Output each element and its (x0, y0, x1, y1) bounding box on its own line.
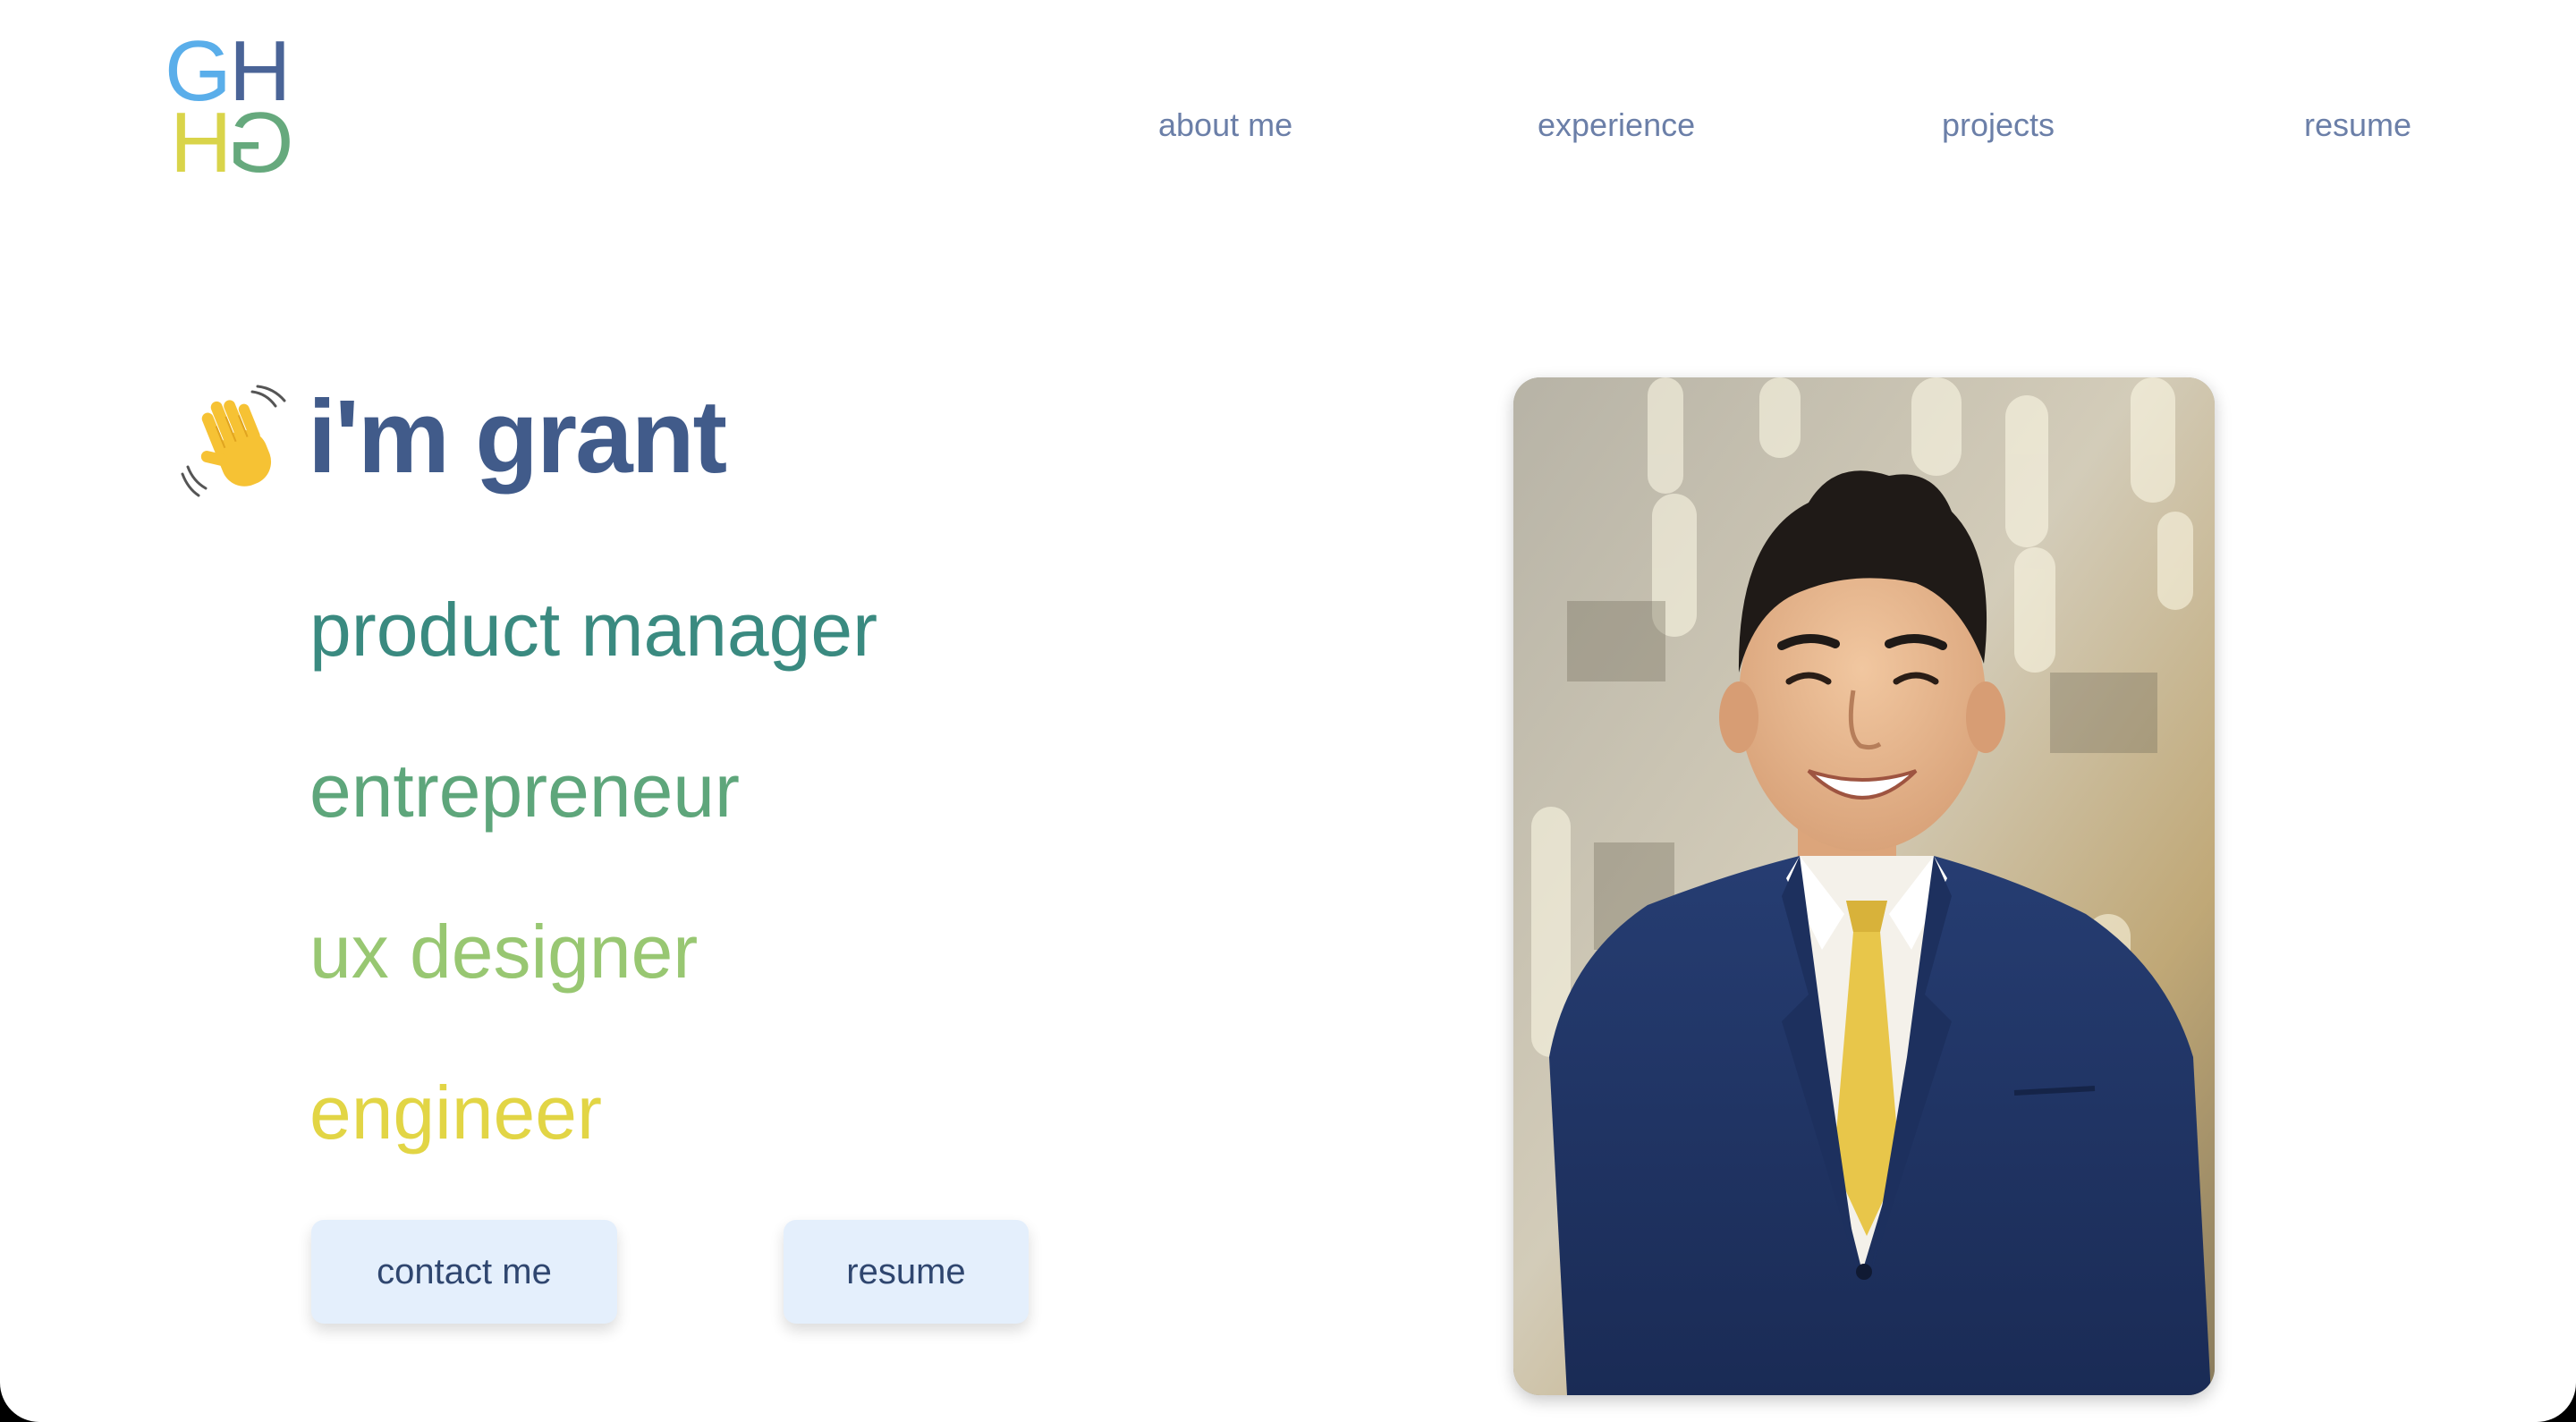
role-product-manager: product manager (309, 588, 878, 672)
nav-link-about-me[interactable]: about me (1158, 106, 1292, 144)
resume-button[interactable]: resume (784, 1220, 1029, 1324)
role-entrepreneur: entrepreneur (309, 749, 740, 833)
nav-link-projects[interactable]: projects (1942, 106, 2055, 144)
nav-link-experience[interactable]: experience (1538, 106, 1695, 144)
nav-link-resume[interactable]: resume (2304, 106, 2411, 144)
role-engineer: engineer (309, 1071, 602, 1155)
hero-title: i'm grant (308, 378, 727, 495)
contact-me-button[interactable]: contact me (311, 1220, 617, 1324)
portrait-illustration (1513, 377, 2215, 1395)
portrait-photo (1513, 377, 2215, 1395)
logo-letter-g-mirrored: G (227, 95, 294, 190)
waving-hand-icon (181, 385, 286, 497)
site-logo[interactable]: G H H G (165, 27, 299, 191)
page: G H H G about me experience projects res… (0, 0, 2576, 1422)
logo-letter-h-lower: H (170, 95, 233, 190)
role-ux-designer: ux designer (309, 910, 699, 994)
